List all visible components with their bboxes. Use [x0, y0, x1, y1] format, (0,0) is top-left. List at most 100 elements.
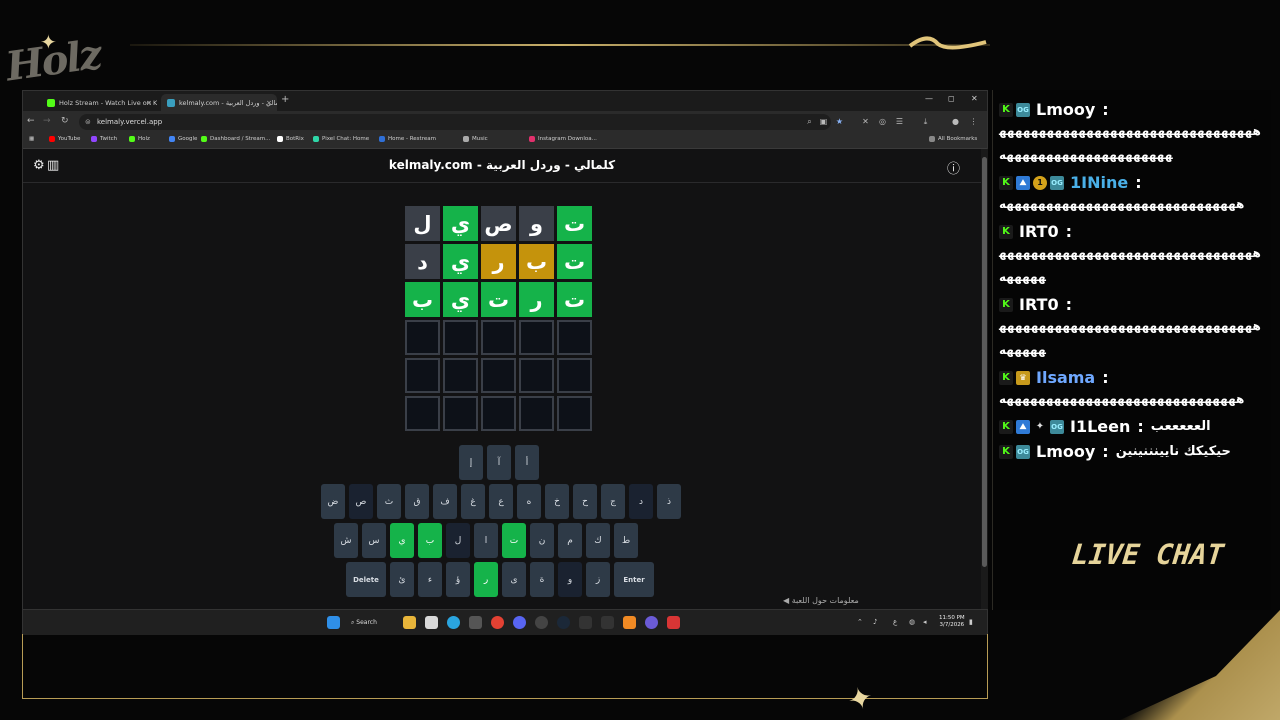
letter-key[interactable]: ي — [390, 523, 414, 558]
windows-start-icon[interactable] — [327, 616, 340, 629]
letter-key[interactable]: ب — [418, 523, 442, 558]
bookmark-item[interactable]: Twitch — [91, 136, 117, 142]
chat-username[interactable]: IRT0 — [1019, 295, 1059, 314]
letter-key[interactable]: ث — [377, 484, 401, 519]
letter-key[interactable]: ة — [530, 562, 554, 597]
minimize-icon[interactable]: — — [925, 94, 933, 103]
chat-username[interactable]: Lmooy — [1036, 100, 1095, 119]
bookmark-item[interactable]: BotRix — [277, 136, 304, 142]
volume-icon[interactable]: ◂ — [923, 618, 927, 626]
bookmark-item[interactable]: Google — [169, 136, 197, 142]
letter-key[interactable]: ع — [489, 484, 513, 519]
notification-icon[interactable]: ▮ — [969, 618, 973, 626]
chat-username[interactable]: I1Leen — [1070, 417, 1130, 436]
letter-key[interactable]: ى — [502, 562, 526, 597]
extension-icon[interactable]: ◎ — [878, 117, 887, 126]
chat-username[interactable]: 1INine — [1070, 173, 1128, 192]
letter-key[interactable]: ه — [517, 484, 541, 519]
close-icon[interactable]: × — [266, 99, 272, 107]
letter-key[interactable]: ت — [502, 523, 526, 558]
close-icon[interactable]: × — [146, 99, 152, 107]
extension-icon[interactable]: ☰ — [895, 117, 904, 126]
taskbar-search[interactable]: ⌕ Search — [351, 616, 391, 630]
app-icon[interactable] — [535, 616, 548, 629]
edge-icon[interactable] — [447, 616, 460, 629]
game-info-link[interactable]: ◀ معلومات حول اللعبة — [783, 596, 859, 605]
file-explorer-icon[interactable] — [403, 616, 416, 629]
chrome-icon[interactable] — [491, 616, 504, 629]
store-icon[interactable] — [425, 616, 438, 629]
letter-key[interactable]: ش — [334, 523, 358, 558]
letter-key[interactable]: غ — [461, 484, 485, 519]
letter-key[interactable]: ئ — [390, 562, 414, 597]
tab-kelmaly[interactable]: kelmaly.com - كلمالي - وردل العربية × — [161, 94, 277, 111]
bookmark-item[interactable]: Instagram Downloa... — [529, 136, 597, 142]
chat-username[interactable]: Ilsama — [1036, 368, 1095, 387]
back-icon[interactable]: ← — [27, 116, 35, 126]
app-icon[interactable] — [579, 616, 592, 629]
letter-key[interactable]: ذ — [657, 484, 681, 519]
delete-key[interactable]: Delete — [346, 562, 386, 597]
letter-key[interactable]: س — [362, 523, 386, 558]
reload-icon[interactable]: ↻ — [61, 116, 69, 126]
steam-icon[interactable] — [557, 616, 570, 629]
letter-key[interactable]: د — [629, 484, 653, 519]
scrollbar[interactable] — [981, 149, 988, 609]
chat-username[interactable]: IRT0 — [1019, 222, 1059, 241]
letter-key[interactable]: م — [558, 523, 582, 558]
bookmark-item[interactable]: Home - Restream — [379, 136, 436, 142]
letter-key[interactable]: آ — [487, 445, 511, 480]
bookmark-item[interactable]: Music — [463, 136, 488, 142]
letter-key[interactable]: ا — [474, 523, 498, 558]
letter-key[interactable]: ز — [586, 562, 610, 597]
letter-key[interactable]: ج — [601, 484, 625, 519]
bookmark-item[interactable]: Holz — [129, 136, 150, 142]
forward-icon[interactable]: → — [43, 116, 51, 126]
bookmark-item[interactable]: Dashboard / Stream... — [201, 136, 270, 142]
apps-icon[interactable]: ▦ — [29, 136, 34, 142]
letter-key[interactable]: خ — [545, 484, 569, 519]
bookmark-star-icon[interactable]: ★ — [835, 117, 844, 126]
app-icon[interactable] — [469, 616, 482, 629]
chat-username[interactable]: Lmooy — [1036, 442, 1095, 461]
letter-key[interactable]: ف — [433, 484, 457, 519]
menu-icon[interactable]: ⋮ — [969, 117, 978, 126]
language-indicator[interactable]: ع — [893, 618, 897, 626]
letter-key[interactable]: ق — [405, 484, 429, 519]
letter-key[interactable]: ط — [614, 523, 638, 558]
site-info-icon[interactable]: ⊜ — [85, 114, 91, 130]
bookmark-item[interactable]: Pixel Chat: Home — [313, 136, 369, 142]
app-icon[interactable] — [623, 616, 636, 629]
letter-key[interactable]: ن — [530, 523, 554, 558]
network-icon[interactable]: ◍ — [909, 618, 915, 626]
letter-key[interactable]: ص — [349, 484, 373, 519]
letter-key[interactable]: ء — [418, 562, 442, 597]
zoom-icon[interactable]: ⌕ — [805, 117, 814, 126]
bookmark-item[interactable]: YouTube — [49, 136, 80, 142]
new-tab-button[interactable]: + — [281, 94, 289, 105]
info-icon[interactable]: ⓘ — [947, 158, 960, 177]
letter-key[interactable]: إ — [459, 445, 483, 480]
letter-key[interactable]: ل — [446, 523, 470, 558]
discord-icon[interactable] — [513, 616, 526, 629]
enter-key[interactable]: Enter — [614, 562, 654, 597]
letter-key[interactable]: ر — [474, 562, 498, 597]
tab-holz-stream[interactable]: Holz Stream - Watch Live on Ki × — [41, 94, 157, 111]
letter-key[interactable]: ض — [321, 484, 345, 519]
maximize-icon[interactable]: ◻ — [948, 94, 955, 103]
letter-key[interactable]: أ — [515, 445, 539, 480]
mic-icon[interactable]: ♪ — [873, 618, 877, 626]
url-field[interactable]: ⊜ kelmaly.vercel.app — [79, 114, 831, 130]
cast-icon[interactable]: ▣ — [819, 117, 828, 126]
profile-icon[interactable]: ● — [951, 117, 960, 126]
letter-key[interactable]: ح — [573, 484, 597, 519]
close-window-icon[interactable]: ✕ — [971, 94, 978, 103]
app-icon[interactable] — [601, 616, 614, 629]
letter-key[interactable]: ك — [586, 523, 610, 558]
app-icon[interactable] — [667, 616, 680, 629]
app-icon[interactable] — [645, 616, 658, 629]
letter-key[interactable]: و — [558, 562, 582, 597]
chevron-up-icon[interactable]: ⌃ — [857, 618, 863, 626]
mute-icon[interactable]: ✕ — [861, 117, 870, 126]
scrollbar-thumb[interactable] — [982, 157, 987, 567]
